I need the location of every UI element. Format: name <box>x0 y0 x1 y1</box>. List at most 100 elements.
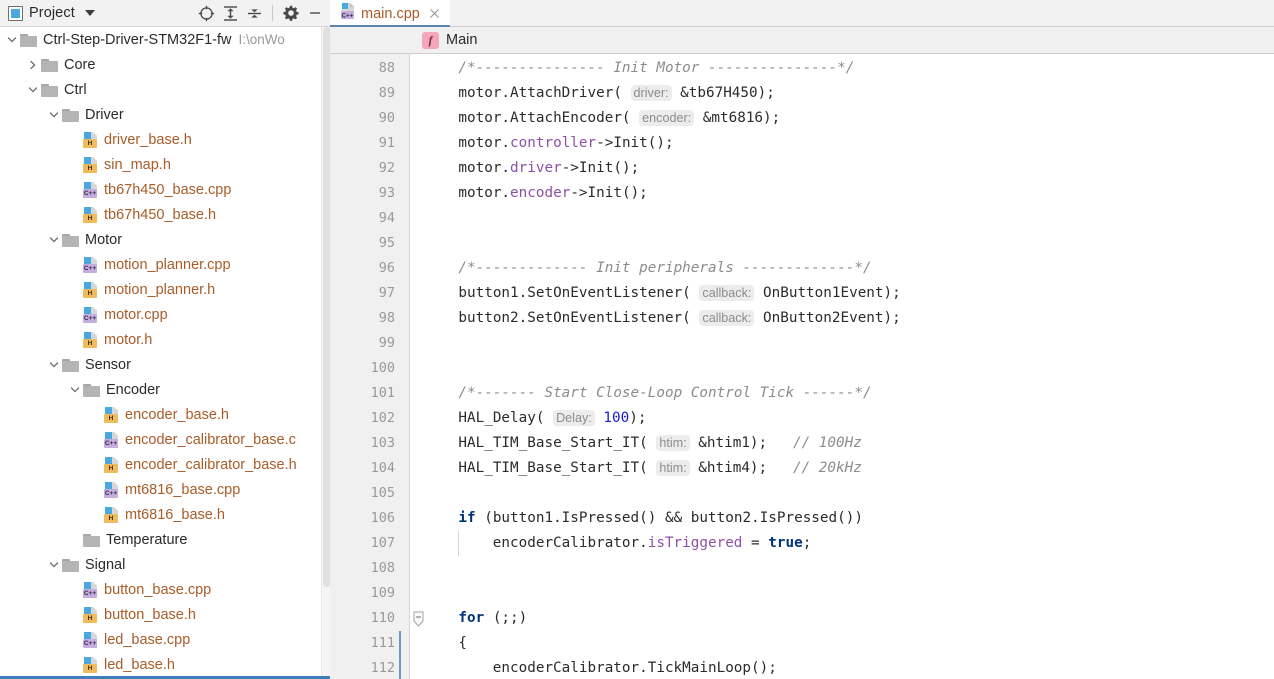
code-line[interactable]: { <box>458 631 467 656</box>
tree-arrow-placeholder <box>88 427 104 452</box>
tree-folder-sensor[interactable]: Sensor <box>0 352 330 377</box>
tree-file-button-base-cpp[interactable]: C++button_base.cpp <box>0 577 330 602</box>
folder-icon <box>83 383 100 397</box>
code-fold-icon[interactable] <box>413 606 423 631</box>
code-line[interactable]: encoderCalibrator.TickMainLoop(); <box>493 656 777 679</box>
line-number: 100 <box>335 356 395 381</box>
line-number: 104 <box>335 456 395 481</box>
code-line[interactable]: /*--------------- Init Motor -----------… <box>458 56 854 81</box>
tree-file-sin-map-h[interactable]: Hsin_map.h <box>0 152 330 177</box>
tree-file-motor-h[interactable]: Hmotor.h <box>0 327 330 352</box>
tree-node-label: encoder_base.h <box>125 407 229 423</box>
breadcrumb-item-main[interactable]: f Main <box>422 32 477 49</box>
line-number: 89 <box>335 81 395 106</box>
chevron-down-icon[interactable] <box>46 352 62 377</box>
tree-node-label: motion_planner.cpp <box>104 257 231 273</box>
code-line[interactable]: motor.encoder->Init(); <box>458 181 647 206</box>
code-line[interactable]: HAL_TIM_Base_Start_IT( htim: &htim1); //… <box>458 431 861 456</box>
tree-file-mt6816-base-cpp[interactable]: C++ mt6816_base.cpp <box>0 477 330 502</box>
tree-file-motion-planner-h[interactable]: Hmotion_planner.h <box>0 277 330 302</box>
code-line[interactable]: motor.controller->Init(); <box>458 131 673 156</box>
line-number: 98 <box>335 306 395 331</box>
folder-icon <box>62 233 79 247</box>
line-number: 95 <box>335 231 395 256</box>
chevron-down-icon[interactable] <box>25 77 41 102</box>
chevron-down-icon[interactable] <box>46 102 62 127</box>
cpp-file-icon: C++ <box>104 482 120 498</box>
tree-folder-ctrl[interactable]: Ctrl <box>0 77 330 102</box>
close-icon[interactable] <box>428 7 442 21</box>
code-line[interactable]: encoderCalibrator.isTriggered = true; <box>493 531 812 556</box>
chevron-down-icon[interactable] <box>46 552 62 577</box>
select-opened-file-icon[interactable] <box>195 2 217 24</box>
line-number: 105 <box>335 481 395 506</box>
tree-file-tb67h450-base-cpp[interactable]: C++tb67h450_base.cpp <box>0 177 330 202</box>
tree-folder-core[interactable]: Core <box>0 52 330 77</box>
breadcrumb: f Main <box>330 27 1274 54</box>
header-file-icon: H <box>104 407 120 423</box>
chevron-down-icon[interactable] <box>4 27 20 52</box>
tree-file-encoder-base-h[interactable]: Hencoder_base.h <box>0 402 330 427</box>
chevron-down-icon[interactable] <box>67 377 83 402</box>
code-line[interactable]: if (button1.IsPressed() && button2.IsPre… <box>458 506 863 531</box>
code-line[interactable]: button1.SetOnEventListener( callback: On… <box>458 281 900 306</box>
tree-file-driver-base-h[interactable]: Hdriver_base.h <box>0 127 330 152</box>
code-folding-gutter[interactable] <box>410 54 424 679</box>
code-line[interactable]: HAL_TIM_Base_Start_IT( htim: &htim4); //… <box>458 456 861 481</box>
tree-node-label: Motor <box>85 232 122 248</box>
code-editor[interactable]: 8889909192939495969798991001011021031041… <box>330 54 1274 679</box>
tree-file-encoder-calibrator-base-c[interactable]: C++encoder_calibrator_base.c <box>0 427 330 452</box>
tree-folder-signal[interactable]: Signal <box>0 552 330 577</box>
line-number: 91 <box>335 131 395 156</box>
tree-file-motion-planner-cpp[interactable]: C++motion_planner.cpp <box>0 252 330 277</box>
code-line[interactable]: /*------------- Init peripherals -------… <box>458 256 871 281</box>
tree-folder-motor[interactable]: Motor <box>0 227 330 252</box>
tab-main-cpp[interactable]: C++ main.cpp <box>330 0 450 27</box>
project-file-tree[interactable]: Ctrl-Step-Driver-STM32F1-fwI:\onWoCoreCt… <box>0 27 330 679</box>
project-panel-scrollbar[interactable] <box>321 27 330 679</box>
tree-file-motor-cpp[interactable]: C++motor.cpp <box>0 302 330 327</box>
line-number: 93 <box>335 181 395 206</box>
folder-icon <box>41 58 58 72</box>
chevron-down-icon[interactable] <box>85 10 95 16</box>
vcs-change-marker[interactable] <box>399 631 401 679</box>
code-line[interactable]: motor.driver->Init(); <box>458 156 639 181</box>
header-file-icon: H <box>104 507 120 523</box>
folder-icon <box>62 108 79 122</box>
settings-gear-icon[interactable] <box>280 2 302 24</box>
project-toolbar-actions <box>195 2 326 24</box>
chevron-down-icon[interactable] <box>46 227 62 252</box>
collapse-all-icon[interactable] <box>243 2 265 24</box>
code-line[interactable]: for (;;) <box>458 606 527 631</box>
scrollbar-thumb[interactable] <box>323 27 330 587</box>
code-line[interactable]: motor.AttachDriver( driver: &tb67H450); <box>458 81 774 106</box>
chevron-right-icon[interactable] <box>25 52 41 77</box>
tree-arrow-placeholder <box>67 327 83 352</box>
header-file-icon: H <box>83 207 99 223</box>
hide-panel-icon[interactable] <box>304 2 326 24</box>
tree-file-mt6816-base-h[interactable]: Hmt6816_base.h <box>0 502 330 527</box>
tree-folder-driver[interactable]: Driver <box>0 102 330 127</box>
tree-file-led-base-h[interactable]: Hled_base.h <box>0 652 330 677</box>
tree-file-encoder-calibrator-base-h[interactable]: Hencoder_calibrator_base.h <box>0 452 330 477</box>
tree-file-tb67h450-base-h[interactable]: Htb67h450_base.h <box>0 202 330 227</box>
tree-node-label: Driver <box>85 107 124 123</box>
tree-folder-ctrl-step-driver-stm32f1-fw[interactable]: Ctrl-Step-Driver-STM32F1-fwI:\onWo <box>0 27 330 52</box>
code-line[interactable]: button2.SetOnEventListener( callback: On… <box>458 306 900 331</box>
tree-folder-temperature[interactable]: Temperature <box>0 527 330 552</box>
tree-folder-encoder[interactable]: Encoder <box>0 377 330 402</box>
indent-guide <box>458 531 459 556</box>
tree-node-label: mt6816_base.cpp <box>125 482 240 498</box>
line-number-gutter[interactable]: 8889909192939495969798991001011021031041… <box>330 54 410 679</box>
project-title-group[interactable]: Project <box>8 5 95 21</box>
code-content[interactable]: /*--------------- Init Motor -----------… <box>424 54 1274 679</box>
code-line[interactable]: HAL_Delay( Delay: 100); <box>458 406 646 431</box>
tree-file-led-base-cpp[interactable]: C++led_base.cpp <box>0 627 330 652</box>
expand-all-icon[interactable] <box>219 2 241 24</box>
editor-area: C++ main.cpp f Main 88899091929394 <box>330 0 1274 679</box>
tree-node-label: Encoder <box>106 382 160 398</box>
code-line[interactable]: /*------- Start Close-Loop Control Tick … <box>458 381 871 406</box>
tree-file-button-base-h[interactable]: Hbutton_base.h <box>0 602 330 627</box>
code-line[interactable]: motor.AttachEncoder( encoder: &mt6816); <box>458 106 780 131</box>
line-number: 106 <box>335 506 395 531</box>
